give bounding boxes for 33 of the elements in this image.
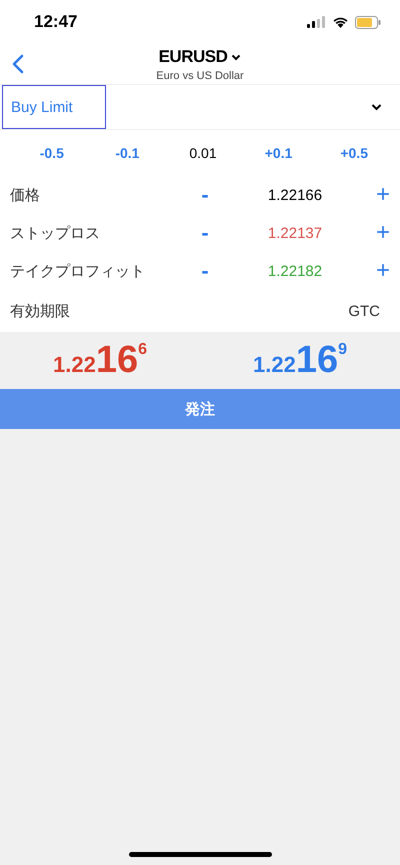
minus-button[interactable]: - xyxy=(180,220,230,246)
expiry-value[interactable]: GTC xyxy=(348,302,380,320)
symbol-selector[interactable]: EURUSD xyxy=(158,47,242,67)
status-time: 12:47 xyxy=(34,12,78,32)
step-button[interactable]: -0.5 xyxy=(14,145,90,161)
field-label: ストップロス xyxy=(10,224,101,242)
field-label: 価格 xyxy=(10,186,41,204)
price-quote: 1.2216$^{6}$ xyxy=(52,339,148,382)
step-size: 0.01 xyxy=(188,145,218,161)
expiry-label: 有効期限 xyxy=(10,302,71,320)
back-button[interactable] xyxy=(12,54,24,74)
caret-icon xyxy=(231,54,242,60)
signal-icon xyxy=(307,16,326,28)
field-value[interactable]: 1.22166 xyxy=(230,186,360,204)
minus-button[interactable]: - xyxy=(180,258,230,284)
order-type-dropdown[interactable]: Buy Limit xyxy=(0,85,400,130)
plus-button[interactable]: + xyxy=(376,257,390,285)
field-value[interactable]: 1.22137 xyxy=(230,224,360,242)
place-order-button[interactable]: 発注 xyxy=(0,389,400,429)
plus-button[interactable]: + xyxy=(376,219,390,247)
minus-button[interactable]: - xyxy=(180,182,230,208)
battery-icon xyxy=(355,16,381,28)
order-type-value[interactable]: Buy Limit xyxy=(2,85,106,129)
symbol-description: Euro vs US Dollar xyxy=(156,70,244,82)
wifi-icon xyxy=(332,16,349,28)
field-value[interactable]: 1.22182 xyxy=(230,262,360,280)
price-quote: 1.2216$^{9}$ xyxy=(252,339,348,382)
step-button[interactable]: -0.1 xyxy=(90,145,166,161)
plus-button[interactable]: + xyxy=(376,181,390,209)
step-button[interactable]: +0.5 xyxy=(316,145,392,161)
chevron-down-icon xyxy=(371,103,382,111)
field-label: テイクプロフィット xyxy=(10,262,146,280)
step-button[interactable]: +0.1 xyxy=(240,145,316,161)
